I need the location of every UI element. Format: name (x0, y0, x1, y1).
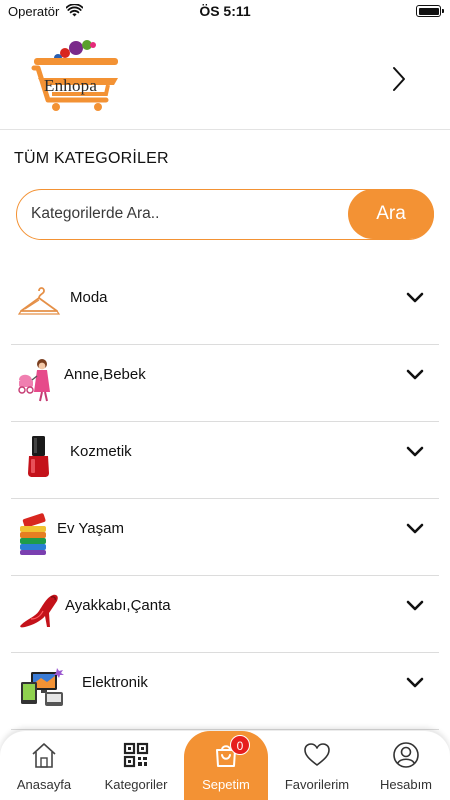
tab-label: Sepetim (202, 777, 250, 792)
high-heel-icon (20, 594, 58, 628)
hanger-icon (17, 287, 61, 315)
user-icon (393, 742, 419, 768)
heart-icon (304, 743, 330, 766)
tab-label: Kategoriler (104, 777, 168, 792)
category-label: Kozmetik (70, 443, 132, 460)
logo-text: Enhopa (44, 76, 98, 95)
mother-stroller-icon (18, 359, 50, 402)
category-label: Ayakkabı,Çanta (65, 597, 171, 614)
category-item-elektronik[interactable]: Elektronik (11, 653, 439, 730)
page-title: TÜM KATEGORİLER (14, 150, 169, 167)
category-label: Elektronik (82, 674, 148, 691)
chevron-down-icon[interactable] (406, 677, 424, 689)
qr-code-icon (123, 742, 149, 768)
tab-label: Hesabım (379, 777, 433, 792)
nail-polish-icon (28, 436, 49, 477)
chevron-down-icon[interactable] (406, 369, 424, 381)
header: Enhopa (0, 24, 450, 130)
tab-kategoriler[interactable]: Kategoriler (92, 731, 180, 800)
tab-label: Favorilerim (284, 777, 350, 792)
search-input[interactable] (31, 202, 341, 226)
category-item-moda[interactable]: Moda (11, 268, 439, 345)
search-bar: Ara (16, 189, 434, 240)
logo[interactable]: Enhopa (28, 38, 128, 114)
chevron-down-icon[interactable] (406, 600, 424, 612)
category-item-kozmetik[interactable]: Kozmetik (11, 422, 439, 499)
category-list: Moda Anne,Bebek Kozmetik Ev Yaşam Ayakka… (0, 268, 450, 730)
tab-anasayfa[interactable]: Anasayfa (4, 731, 84, 800)
status-bar: Operatör ÖS 5:11 (0, 0, 450, 24)
towels-icon (20, 513, 46, 555)
tab-hesabim[interactable]: Hesabım (366, 731, 446, 800)
electronics-icon (21, 668, 64, 706)
category-label: Moda (70, 289, 108, 306)
category-item-ev-yasam[interactable]: Ev Yaşam (11, 499, 439, 576)
category-item-anne-bebek[interactable]: Anne,Bebek (11, 345, 439, 422)
status-time: ÖS 5:11 (199, 3, 251, 19)
category-label: Ev Yaşam (57, 520, 124, 537)
tab-favorilerim[interactable]: Favorilerim (272, 731, 362, 800)
category-label: Anne,Bebek (64, 366, 146, 383)
chevron-down-icon[interactable] (406, 523, 424, 535)
battery-icon (416, 5, 444, 17)
bottom-tab-bar: Anasayfa Kategoriler 0 Sepetim Favoriler… (0, 730, 450, 800)
search-button[interactable]: Ara (348, 189, 434, 239)
category-item-ayakkabi-canta[interactable]: Ayakkabı,Çanta (11, 576, 439, 653)
chevron-right-icon[interactable] (392, 66, 406, 92)
chevron-down-icon[interactable] (406, 292, 424, 304)
cart-count-badge: 0 (230, 735, 250, 755)
tab-sepetim[interactable]: 0 Sepetim (184, 731, 268, 800)
home-icon (32, 743, 56, 768)
chevron-down-icon[interactable] (406, 446, 424, 458)
tab-label: Anasayfa (16, 777, 72, 792)
